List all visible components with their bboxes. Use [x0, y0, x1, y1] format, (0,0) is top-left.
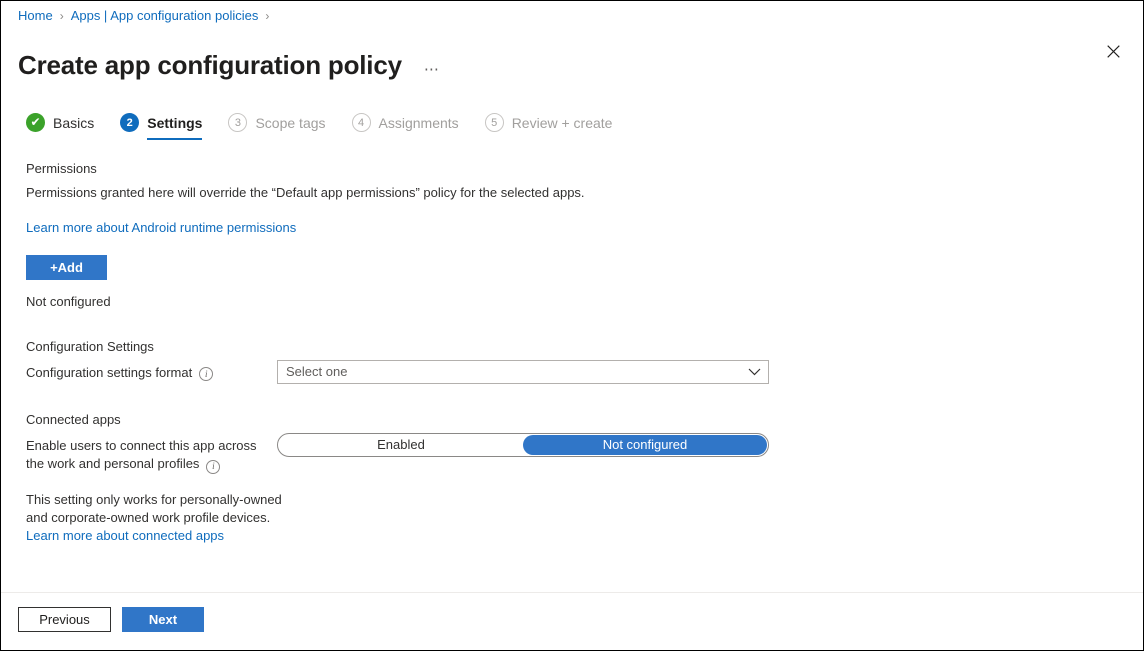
configuration-settings-format-label-group: Configuration settings format i [26, 364, 213, 382]
next-button[interactable]: Next [122, 607, 204, 632]
configuration-settings-format-dropdown[interactable]: Select one [277, 360, 769, 384]
connected-apps-toggle[interactable]: Enabled Not configured [277, 433, 769, 457]
wizard-footer: Previous Next [1, 592, 1143, 650]
create-app-configuration-policy-blade: Home › Apps | App configuration policies… [0, 0, 1144, 651]
settings-form: Permissions Permissions granted here wil… [1, 1, 1143, 650]
connected-apps-learn-more-link[interactable]: Learn more about connected apps [26, 528, 224, 543]
connected-apps-option-enabled[interactable]: Enabled [279, 435, 523, 455]
connected-apps-note-text: This setting only works for personally-o… [26, 492, 282, 525]
info-icon[interactable]: i [199, 367, 213, 381]
connected-apps-note: This setting only works for personally-o… [26, 491, 288, 545]
connected-apps-label-group: Enable users to connect this app across … [26, 437, 276, 473]
configuration-settings-format-value: Select one [278, 361, 740, 383]
connected-apps-label: Enable users to connect this app across … [26, 438, 257, 471]
configuration-settings-format-label: Configuration settings format [26, 364, 192, 382]
connected-apps-heading: Connected apps [26, 411, 121, 429]
android-runtime-permissions-link[interactable]: Learn more about Android runtime permiss… [26, 219, 296, 237]
info-icon[interactable]: i [206, 460, 220, 474]
permissions-description: Permissions granted here will override t… [26, 184, 585, 202]
add-permission-button[interactable]: +Add [26, 255, 107, 280]
permissions-heading: Permissions [26, 160, 97, 178]
chevron-down-icon [740, 368, 768, 376]
previous-button[interactable]: Previous [18, 607, 111, 632]
connected-apps-option-not-configured[interactable]: Not configured [523, 435, 767, 455]
permissions-status: Not configured [26, 293, 111, 311]
configuration-settings-heading: Configuration Settings [26, 338, 154, 356]
